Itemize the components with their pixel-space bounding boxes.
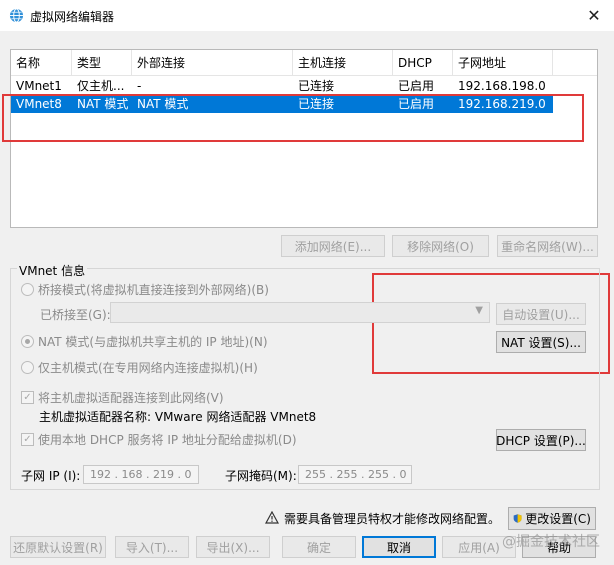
subnet-mask-label: 子网掩码(M): xyxy=(225,469,297,483)
cell-external: - xyxy=(137,79,142,93)
subnet-ip-label: 子网 IP (I): xyxy=(21,469,81,483)
restore-defaults-button[interactable]: 还原默认设置(R) xyxy=(10,536,106,558)
change-settings-label: 更改设置(C) xyxy=(525,512,591,526)
use-dhcp-checkbox[interactable]: ✓ xyxy=(21,433,34,446)
bridged-mode-label: 桥接模式(将虚拟机直接连接到外部网络)(B) xyxy=(38,283,269,297)
add-network-button[interactable]: 添加网络(E)... xyxy=(281,235,385,257)
column-header-host[interactable]: 主机连接 xyxy=(293,50,393,76)
remove-network-button[interactable]: 移除网络(O) xyxy=(392,235,489,257)
cell-dhcp: 已启用 xyxy=(398,79,435,93)
column-header-dhcp[interactable]: DHCP xyxy=(393,50,453,76)
cell-dhcp: 已启用 xyxy=(398,97,435,111)
auto-settings-button[interactable]: 自动设置(U)... xyxy=(496,303,586,325)
window-title: 虚拟网络编辑器 xyxy=(30,10,115,24)
vmnet-info-label: VMnet 信息 xyxy=(17,262,88,279)
list-header: 名称 类型 外部连接 主机连接 DHCP 子网地址 xyxy=(11,50,597,76)
export-button[interactable]: 导出(X)... xyxy=(196,536,270,558)
nat-mode-label: NAT 模式(与虚拟机共享主机的 IP 地址)(N) xyxy=(38,335,268,349)
admin-notice-text: 需要具备管理员特权才能修改网络配置。 xyxy=(284,512,501,526)
bridged-mode-radio[interactable] xyxy=(21,283,34,296)
use-dhcp-label: 使用本地 DHCP 服务将 IP 地址分配给虚拟机(D) xyxy=(38,433,297,447)
dhcp-settings-button[interactable]: DHCP 设置(P)... xyxy=(496,429,586,451)
change-settings-button[interactable]: 更改设置(C) xyxy=(508,507,596,530)
cell-subnet: 192.168.219.0 xyxy=(458,97,546,111)
cell-type: NAT 模式 xyxy=(77,97,129,111)
table-row[interactable]: VMnet1 仅主机... - 已连接 已启用 192.168.198.0 xyxy=(11,77,553,95)
connect-adapter-checkbox[interactable]: ✓ xyxy=(21,391,34,404)
nat-settings-button[interactable]: NAT 设置(S)... xyxy=(496,331,586,353)
nat-mode-radio[interactable] xyxy=(21,335,34,348)
cancel-button[interactable]: 取消 xyxy=(362,536,436,558)
column-header-name[interactable]: 名称 xyxy=(11,50,72,76)
column-header-subnet[interactable]: 子网地址 xyxy=(453,50,553,76)
column-header-type[interactable]: 类型 xyxy=(72,50,132,76)
shield-icon xyxy=(513,514,522,523)
bridged-to-label: 已桥接至(G): xyxy=(40,308,111,322)
cell-type: 仅主机... xyxy=(77,79,125,93)
cell-name: VMnet1 xyxy=(16,79,62,93)
cell-host: 已连接 xyxy=(298,97,335,111)
close-icon: ✕ xyxy=(587,6,601,25)
close-button[interactable]: ✕ xyxy=(574,0,614,31)
cell-subnet: 192.168.198.0 xyxy=(458,79,546,93)
title-bar: 虚拟网络编辑器 ✕ xyxy=(0,0,614,31)
connect-adapter-label: 将主机虚拟适配器连接到此网络(V) xyxy=(38,391,224,405)
host-only-radio[interactable] xyxy=(21,361,34,374)
subnet-mask-field[interactable]: 255 . 255 . 255 . 0 xyxy=(298,465,412,484)
host-only-label: 仅主机模式(在专用网络内连接虚拟机)(H) xyxy=(38,361,258,375)
subnet-ip-field[interactable]: 192 . 168 . 219 . 0 xyxy=(83,465,199,484)
adapter-name-text: 主机虚拟适配器名称: VMware 网络适配器 VMnet8 xyxy=(39,410,317,424)
network-list[interactable]: 名称 类型 外部连接 主机连接 DHCP 子网地址 VMnet1 仅主机... … xyxy=(10,49,598,228)
chevron-down-icon: ▼ xyxy=(475,305,483,316)
warning-icon xyxy=(265,511,279,524)
globe-icon xyxy=(9,8,24,23)
column-header-external[interactable]: 外部连接 xyxy=(132,50,293,76)
cell-external: NAT 模式 xyxy=(137,97,189,111)
bridged-to-select[interactable]: ▼ xyxy=(110,302,490,323)
rename-network-button[interactable]: 重命名网络(W)... xyxy=(497,235,598,257)
watermark-text: @掘金技术社区 xyxy=(502,534,600,550)
import-button[interactable]: 导入(T)... xyxy=(115,536,189,558)
table-row-selected[interactable]: VMnet8 NAT 模式 NAT 模式 已连接 已启用 192.168.219… xyxy=(11,95,553,113)
cell-name: VMnet8 xyxy=(16,97,62,111)
cell-host: 已连接 xyxy=(298,79,335,93)
ok-button[interactable]: 确定 xyxy=(282,536,356,558)
